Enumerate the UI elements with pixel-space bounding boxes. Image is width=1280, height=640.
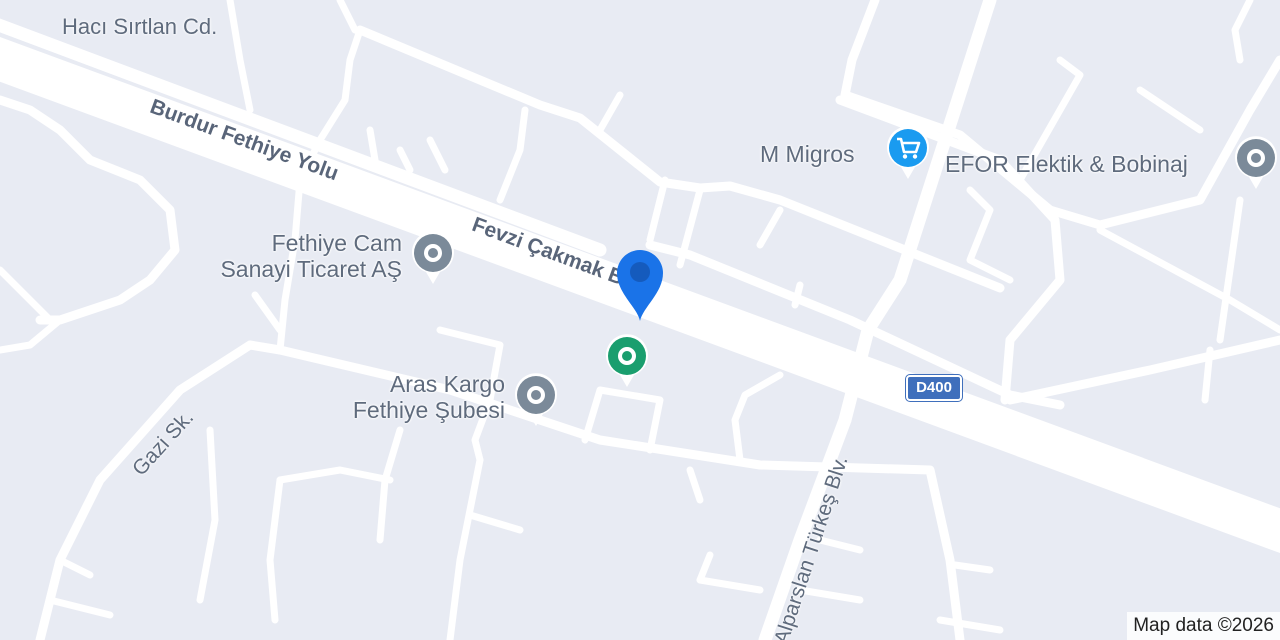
- poi-efor[interactable]: [1233, 135, 1279, 196]
- road-south-minor4: [376, 426, 404, 544]
- road-center-minor6: [791, 281, 804, 309]
- road-south-minor6: [466, 511, 524, 534]
- road-minor-east2: [1216, 196, 1244, 344]
- map-attribution[interactable]: Map data ©2026: [1127, 612, 1280, 640]
- road-minor-nw3: [396, 136, 449, 174]
- poi-label-fethiye-cam[interactable]: Fethiye Cam Sanayi Ticaret AŞ: [180, 230, 402, 282]
- road-center-minor2: [596, 91, 624, 134]
- poi-label-aras-kargo-line1: Aras Kargo: [389, 371, 505, 397]
- poi-aras-kargo[interactable]: [513, 372, 559, 433]
- road-south-minor: [731, 371, 784, 464]
- poi-label-fethiye-cam-line1: Fethiye Cam: [271, 230, 402, 256]
- road-south-minor12: [696, 551, 714, 584]
- poi-label-efor[interactable]: EFOR Elektik & Bobinaj: [945, 151, 1188, 177]
- road-minor-w5: [251, 291, 284, 334]
- street-label-haci-sirtlan: Hacı Sırtlan Cd.: [62, 14, 218, 39]
- road-south-minor7: [266, 476, 284, 624]
- poi-migros[interactable]: [885, 125, 931, 186]
- poi-label-aras-kargo-line2: Fethiye Şubesi: [352, 397, 505, 423]
- road-center-minor3: [646, 176, 669, 244]
- poi-label-migros[interactable]: M Migros: [760, 141, 855, 167]
- location-pin-icon: [617, 250, 663, 321]
- road-south-minor11: [696, 576, 764, 594]
- road-alparslan-turkes: [758, 0, 997, 640]
- place-dot-icon: [606, 334, 648, 387]
- road-south-minor5: [446, 456, 484, 640]
- place-dot-icon: [412, 231, 454, 284]
- road-east-minor: [1096, 226, 1280, 334]
- shopping-cart-icon: [887, 126, 929, 179]
- place-dot-icon: [1235, 136, 1277, 189]
- road-center-minor5: [756, 206, 784, 249]
- road-west-minor: [0, 316, 64, 354]
- road-east-loop: [835, 95, 1065, 405]
- road-south-minor3: [276, 466, 394, 484]
- road-nw-minor2: [336, 0, 359, 34]
- road-gazi: [35, 340, 285, 640]
- road-minor-nw4: [366, 126, 379, 164]
- location-pin[interactable]: [613, 245, 667, 328]
- road-minor-east: [966, 186, 1014, 284]
- road-ne-minor: [1231, 0, 1254, 64]
- road-south-minor10: [56, 556, 94, 579]
- poi-green-place[interactable]: [604, 333, 650, 394]
- road-south-minor16: [936, 616, 1004, 634]
- poi-label-fethiye-cam-line2: Sanayi Ticaret AŞ: [220, 256, 402, 282]
- road-west-minor2: [0, 266, 54, 324]
- road-east-branch: [1005, 335, 1280, 405]
- road-ne-minor2: [1136, 86, 1204, 134]
- poi-fethiye-cam[interactable]: [410, 230, 456, 291]
- road-nw-minor: [226, 0, 254, 114]
- road-south-minor2: [686, 466, 704, 504]
- highway-shield-d400: D400: [906, 375, 962, 401]
- road-south-minor8: [196, 426, 219, 604]
- road-minor-east3: [1201, 346, 1214, 404]
- place-dot-icon: [515, 373, 557, 426]
- road-south-minor9: [46, 596, 114, 619]
- poi-label-aras-kargo[interactable]: Aras Kargo Fethiye Şubesi: [300, 371, 505, 423]
- road-center-minor: [496, 106, 529, 204]
- map-canvas[interactable]: Hacı Sırtlan Cd. Burdur Fethiye Yolu Fev…: [0, 0, 1280, 640]
- road-south-minor15: [951, 561, 994, 574]
